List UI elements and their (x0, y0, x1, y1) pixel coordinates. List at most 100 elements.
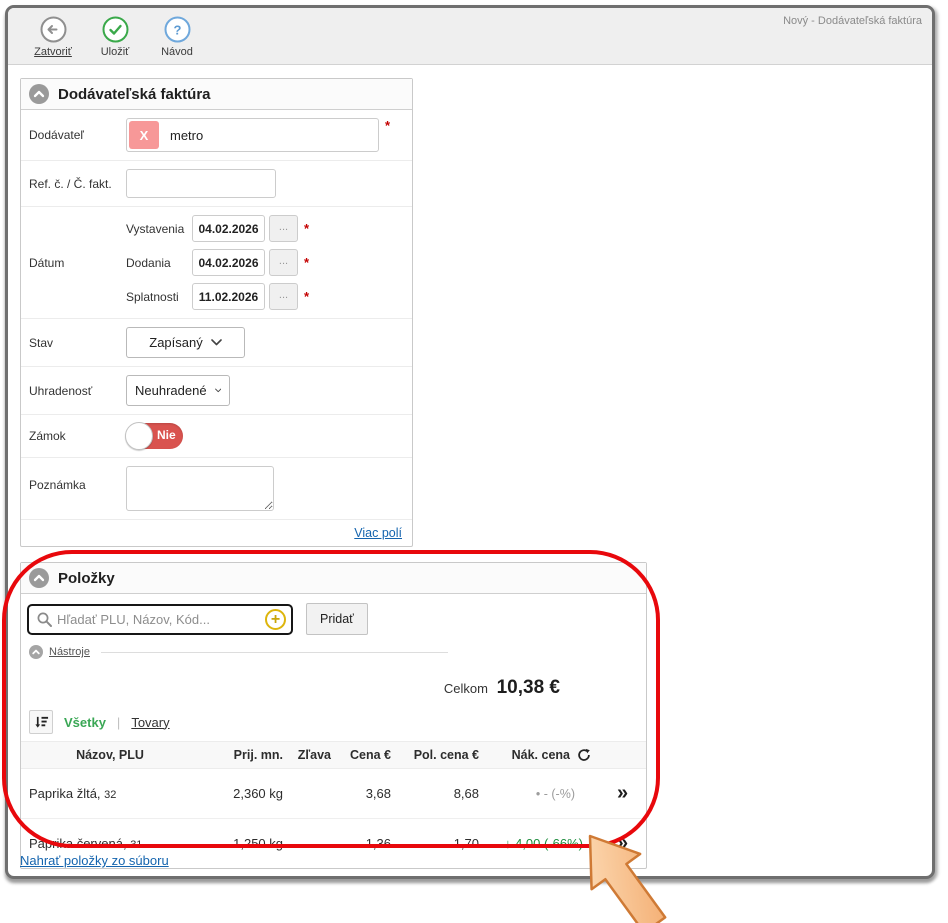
ref-label: Ref. č. / Č. fakt. (29, 177, 126, 191)
item-qty: 2,360 kg (199, 786, 289, 801)
refresh-icon[interactable] (577, 748, 591, 762)
date-due-input[interactable] (192, 283, 265, 310)
ref-row: Ref. č. / Č. fakt. (21, 161, 412, 207)
items-table-header: Názov, PLU Prij. mn. Zľava Cena € Pol. c… (21, 741, 646, 769)
item-qty: 1,250 kg (199, 836, 289, 851)
expand-row-icon[interactable]: » (597, 832, 646, 855)
column-header-line-total[interactable]: Pol. cena € (397, 748, 485, 762)
column-header-name[interactable]: Názov, PLU (21, 748, 199, 762)
status-label: Stav (29, 336, 126, 350)
supplier-clear-button[interactable]: X (129, 121, 159, 149)
expand-row-icon[interactable]: » (597, 782, 646, 805)
items-search-row: + Pridať (21, 594, 646, 643)
toggle-knob (125, 422, 153, 450)
supplier-label: Dodávateľ (29, 128, 126, 142)
item-price: 3,68 (337, 786, 397, 801)
supplier-row: Dodávateľ X metro * (21, 110, 412, 161)
column-header-price[interactable]: Cena € (337, 748, 397, 762)
toolbar: Zatvoriť Uložiť ? Návod Nový - Dodávateľ… (8, 8, 932, 65)
more-fields-link[interactable]: Viac polí (354, 526, 402, 540)
search-icon (36, 611, 53, 628)
sort-descending-icon (34, 715, 49, 730)
svg-text:?: ? (173, 23, 181, 38)
items-title: Položky (58, 570, 115, 587)
quick-add-icon[interactable]: + (265, 609, 286, 630)
status-value: Zapísaný (149, 335, 202, 350)
lock-toggle[interactable]: Nie (126, 423, 183, 449)
total-value: 10,38 € (497, 677, 560, 698)
required-marker: * (304, 221, 309, 236)
note-textarea[interactable] (126, 466, 274, 511)
item-price: 1,36 (337, 836, 397, 851)
close-button-label: Zatvoriť (34, 46, 72, 58)
items-header: Položky (21, 563, 646, 594)
total-label: Celkom (444, 681, 488, 696)
date-due-picker-button[interactable]: ... (269, 283, 298, 310)
lock-label: Zámok (29, 429, 126, 443)
column-header-discount[interactable]: Zľava (289, 748, 337, 762)
chevron-down-icon (211, 339, 222, 346)
upload-items-link[interactable]: Nahrať položky zo súboru (20, 853, 169, 868)
supplier-value: metro (161, 128, 203, 143)
lock-toggle-value: Nie (157, 428, 176, 442)
invoice-form-panel: Dodávateľská faktúra Dodávateľ X metro *… (20, 78, 413, 547)
date-issued-picker-button[interactable]: ... (269, 215, 298, 242)
lock-row: Zámok Nie (21, 415, 412, 458)
date-delivery-picker-button[interactable]: ... (269, 249, 298, 276)
add-item-button[interactable]: Pridať (306, 603, 368, 635)
date-issued-label: Vystavenia (126, 222, 192, 236)
date-row: Dátum Vystavenia ... * Dodania ... * Spl… (21, 207, 412, 319)
item-line-total: 8,68 (397, 786, 485, 801)
column-header-purchase-price[interactable]: Nák. cena (485, 748, 597, 762)
item-purchase-price: • - (-%) (485, 787, 597, 801)
tools-row: Nástroje (21, 643, 646, 667)
required-marker: * (304, 289, 309, 304)
paid-label: Uhradenosť (29, 384, 126, 398)
required-marker: * (304, 255, 309, 270)
invoice-form-header: Dodávateľská faktúra (21, 79, 412, 110)
items-tabs-row: Všetky | Tovary (21, 705, 646, 741)
date-delivery-label: Dodania (126, 256, 192, 270)
question-icon: ? (164, 16, 191, 43)
items-panel: Položky + Pridať Nástroje Celkom (20, 562, 647, 869)
close-button[interactable]: Zatvoriť (32, 16, 74, 58)
supplier-input[interactable]: X metro (126, 118, 379, 152)
sort-button[interactable] (29, 710, 53, 734)
status-row: Stav Zapísaný (21, 319, 412, 367)
help-button[interactable]: ? Návod (156, 16, 198, 58)
item-name: Paprika žltá, 32 (21, 786, 199, 801)
save-button[interactable]: Uložiť (94, 16, 136, 58)
item-line-total: 1,70 (397, 836, 485, 851)
table-row[interactable]: Paprika žltá, 32 2,360 kg 3,68 8,68 • - … (21, 769, 646, 819)
paid-select[interactable]: Neuhradené (126, 375, 230, 406)
date-delivery-row: Dodania ... * (126, 249, 309, 276)
date-due-row: Splatnosti ... * (126, 283, 309, 310)
collapse-section-icon[interactable] (29, 84, 49, 104)
tab-all[interactable]: Všetky (64, 715, 106, 730)
date-issued-input[interactable] (192, 215, 265, 242)
save-button-label: Uložiť (101, 46, 130, 58)
collapse-section-icon[interactable] (29, 568, 49, 588)
collapse-tools-icon[interactable] (29, 645, 43, 659)
item-search-box: + (27, 604, 293, 635)
date-delivery-input[interactable] (192, 249, 265, 276)
date-issued-row: Vystavenia ... * (126, 215, 309, 242)
item-plu: 31 (130, 839, 142, 851)
paid-value: Neuhradené (135, 383, 207, 398)
note-label: Poznámka (29, 466, 126, 492)
ref-input[interactable] (126, 169, 276, 198)
item-purchase-price: ↓4,00 (-66%) (485, 836, 597, 851)
help-button-label: Návod (161, 46, 193, 58)
status-select[interactable]: Zapísaný (126, 327, 245, 358)
date-due-label: Splatnosti (126, 290, 192, 304)
item-search-input[interactable] (53, 612, 265, 627)
divider (101, 652, 448, 653)
tab-separator: | (117, 715, 120, 730)
tools-link[interactable]: Nástroje (49, 646, 90, 658)
item-plu: 32 (104, 789, 116, 801)
required-marker: * (385, 118, 390, 133)
total-row: Celkom 10,38 € (21, 667, 646, 705)
tab-goods[interactable]: Tovary (131, 715, 169, 730)
column-header-qty[interactable]: Prij. mn. (199, 748, 289, 762)
note-row: Poznámka (21, 458, 412, 520)
